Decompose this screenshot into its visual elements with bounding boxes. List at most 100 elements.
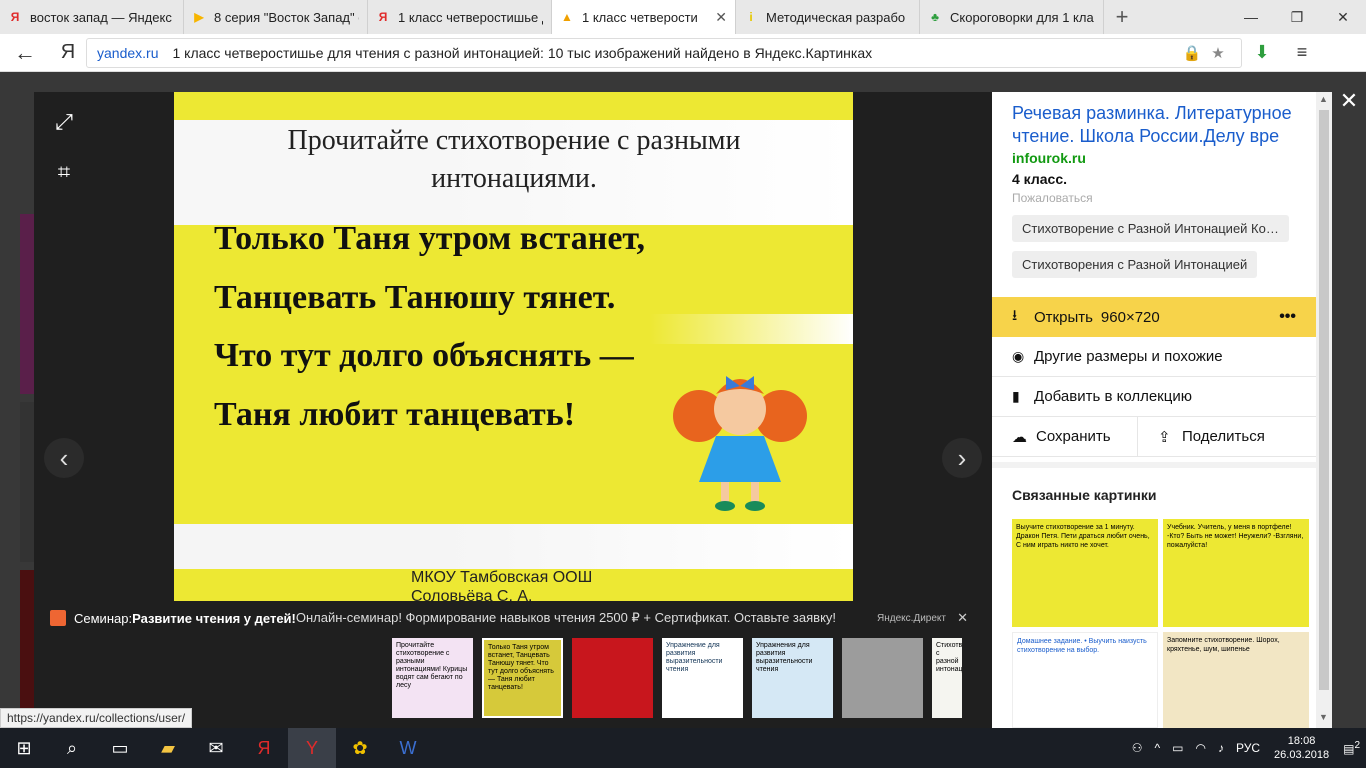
panel-scrollbar[interactable]: ▲ ▼ bbox=[1316, 92, 1332, 728]
other-sizes-button[interactable]: ◉ Другие размеры и похожие bbox=[992, 337, 1316, 377]
yandex-browser-icon[interactable]: Я bbox=[240, 728, 288, 768]
thumbnail-text: Только Таня утром встанет, Танцевать Тан… bbox=[488, 644, 554, 691]
new-tab-button[interactable]: + bbox=[1104, 0, 1140, 34]
close-viewer-icon[interactable]: ✕ bbox=[1336, 88, 1362, 114]
yandex-icon: Я bbox=[10, 10, 20, 24]
notification-count: 2 bbox=[1354, 740, 1360, 751]
language-indicator[interactable]: РУС bbox=[1230, 741, 1266, 755]
system-tray: ⚇ ^ ▭ ◠ ♪ РУС 18:08 26.03.2018 ▤2 bbox=[1126, 728, 1366, 768]
thumbnail-text: Стихотворение с разной интонацией bbox=[936, 642, 962, 673]
open-image-button[interactable]: ⭳ Открыть 960×720 ••• bbox=[992, 297, 1316, 337]
thumbnail-strip: Прочитайте стихотворение с разными интон… bbox=[392, 638, 962, 718]
tab-2[interactable]: ▶ 8 серия "Восток Запад" с bbox=[184, 0, 368, 34]
network-icon[interactable]: ◠ bbox=[1190, 741, 1212, 755]
ad-source: Яндекс.Директ bbox=[877, 612, 946, 624]
next-image-button[interactable]: › bbox=[942, 438, 982, 478]
related-image[interactable]: Домашнее задание. • Выучить наизусть сти… bbox=[1012, 632, 1158, 728]
related-query-chip[interactable]: Стихотворение с Разной Интонацией Ко… bbox=[1012, 215, 1289, 242]
ad-prefix: Семинар: bbox=[74, 610, 133, 626]
related-image[interactable]: Учебник. Учитель, у меня в портфеле! -Кт… bbox=[1163, 519, 1309, 627]
girl-illustration bbox=[673, 376, 807, 511]
taskbar: ⊞ ⌕ ▭ ▰ ✉ Я Y ✿ W ⚇ ^ ▭ ◠ ♪ РУС 18:08 26… bbox=[0, 728, 1366, 768]
share-label: Поделиться bbox=[1182, 428, 1265, 445]
tab-label: 1 класс четверости bbox=[582, 9, 698, 25]
poem-line-1: Только Таня утром встанет, bbox=[214, 220, 646, 257]
extension-icon[interactable]: ⬇ bbox=[1242, 42, 1282, 63]
cloud-icon: ☁ bbox=[1012, 428, 1027, 446]
tab-label: восток запад — Яндекс bbox=[30, 9, 172, 25]
main-image[interactable]: Прочитайте стихотворение с разными интон… bbox=[174, 92, 853, 601]
source-title-link[interactable]: Речевая разминка. Литературное чтение. Ш… bbox=[1012, 102, 1302, 148]
thumbnail[interactable] bbox=[842, 638, 923, 718]
poem-line-2: Танцевать Танюшу тянет. bbox=[214, 279, 616, 316]
images-icon: ▲ bbox=[561, 10, 573, 24]
save-label: Сохранить bbox=[1036, 428, 1111, 445]
share-button[interactable]: ⇪ Поделиться bbox=[1138, 417, 1316, 457]
close-tab-icon[interactable]: ✕ bbox=[715, 9, 727, 26]
prev-image-button[interactable]: ‹ bbox=[44, 438, 84, 478]
clock-time: 18:08 bbox=[1287, 735, 1316, 747]
back-button[interactable]: ← bbox=[0, 40, 50, 66]
ad-banner[interactable]: Семинар: Развитие чтения у детей! Онлайн… bbox=[50, 606, 974, 630]
thumbnail[interactable]: Стихотворение с разной интонацией bbox=[932, 638, 962, 718]
menu-icon[interactable]: ≡ bbox=[1282, 42, 1322, 63]
thumbnail[interactable]: Упражнения для развития выразительности … bbox=[752, 638, 833, 718]
thumbnail[interactable]: Прочитайте стихотворение с разными интон… bbox=[392, 638, 473, 718]
clock-date: 26.03.2018 bbox=[1274, 749, 1330, 761]
battery-icon[interactable]: ▭ bbox=[1166, 741, 1189, 755]
fullscreen-icon[interactable]: ⤢ bbox=[44, 102, 84, 142]
mail-icon[interactable]: ✉ bbox=[192, 728, 240, 768]
maximize-button[interactable]: ❐ bbox=[1274, 0, 1320, 34]
tab-3[interactable]: Я 1 класс четверостишье д bbox=[368, 0, 552, 34]
scroll-down-icon[interactable]: ▼ bbox=[1319, 712, 1328, 722]
slide-heading: Прочитайте стихотворение с разными интон… bbox=[287, 125, 741, 194]
bg-thumb-strip bbox=[20, 214, 34, 394]
bookmark-star-icon[interactable]: ★ bbox=[1205, 44, 1231, 62]
file-explorer-icon[interactable]: ▰ bbox=[144, 728, 192, 768]
windows-start-icon[interactable]: ⊞ bbox=[0, 728, 48, 768]
slide-footer-author: Соловьёва С. А. bbox=[411, 588, 533, 601]
related-heading: Связанные картинки bbox=[1012, 487, 1157, 503]
save-button[interactable]: ☁ Сохранить bbox=[992, 417, 1138, 457]
yandex-home-icon[interactable]: Я bbox=[50, 41, 86, 64]
thumbnail[interactable]: Упражнение для развития выразительности … bbox=[662, 638, 743, 718]
tab-label: Скороговорки для 1 кла bbox=[950, 9, 1094, 25]
open-label: Открыть bbox=[1034, 308, 1093, 326]
app-icon[interactable]: ✿ bbox=[336, 728, 384, 768]
tab-5[interactable]: i Методическая разрабо bbox=[736, 0, 920, 34]
add-to-collection-button[interactable]: ▮ Добавить в коллекцию bbox=[992, 377, 1316, 417]
open-size: 960×720 bbox=[1100, 308, 1160, 326]
yandex-browser-active-icon[interactable]: Y bbox=[288, 728, 336, 768]
more-options-icon[interactable]: ••• bbox=[1279, 308, 1296, 326]
scroll-up-icon[interactable]: ▲ bbox=[1319, 94, 1328, 104]
thumbnail-selected[interactable]: Только Таня утром встанет, Танцевать Тан… bbox=[482, 638, 563, 718]
tab-4-active[interactable]: ▲ 1 класс четверости ✕ bbox=[552, 0, 736, 34]
volume-icon[interactable]: ♪ bbox=[1212, 741, 1230, 755]
thumbnail[interactable] bbox=[572, 638, 653, 718]
scrollbar-thumb[interactable] bbox=[1319, 110, 1329, 690]
bg-thumb-strip bbox=[20, 402, 34, 562]
ad-headline[interactable]: Развитие чтения у детей! bbox=[132, 611, 296, 626]
search-icon[interactable]: ⌕ bbox=[48, 728, 96, 768]
tab-6[interactable]: ♣ Скороговорки для 1 кла bbox=[920, 0, 1104, 34]
crop-icon[interactable]: ⌗ bbox=[44, 152, 84, 192]
word-icon[interactable]: W bbox=[384, 728, 432, 768]
ad-close-icon[interactable]: ✕ bbox=[957, 610, 968, 626]
minimize-button[interactable]: — bbox=[1228, 0, 1274, 34]
close-window-button[interactable]: ✕ bbox=[1320, 0, 1366, 34]
clock[interactable]: 18:08 26.03.2018 bbox=[1266, 734, 1337, 762]
related-query-chip[interactable]: Стихотворения с Разной Интонацией bbox=[1012, 251, 1258, 278]
source-site-link[interactable]: infourok.ru bbox=[1012, 150, 1086, 166]
related-image[interactable]: Выучите стихотворение за 1 минуту. Драко… bbox=[1012, 519, 1158, 627]
people-icon[interactable]: ⚇ bbox=[1126, 741, 1149, 755]
notification-icon[interactable]: ▤2 bbox=[1337, 740, 1366, 756]
lock-icon[interactable]: 🔒 bbox=[1179, 44, 1205, 62]
complain-link[interactable]: Пожаловаться bbox=[1012, 191, 1093, 205]
related-image[interactable]: Запомните стихотворение. Шорох, кряхтень… bbox=[1163, 632, 1309, 728]
tab-1[interactable]: Я восток запад — Яндекс bbox=[0, 0, 184, 34]
tray-chevron-icon[interactable]: ^ bbox=[1149, 741, 1167, 755]
window-controls: — ❐ ✕ bbox=[1228, 0, 1366, 34]
url-field[interactable]: yandex.ru 1 класс четверостишье для чтен… bbox=[86, 37, 1242, 68]
related-image-text: Выучите стихотворение за 1 минуту. Драко… bbox=[1016, 524, 1150, 549]
task-view-icon[interactable]: ▭ bbox=[96, 728, 144, 768]
